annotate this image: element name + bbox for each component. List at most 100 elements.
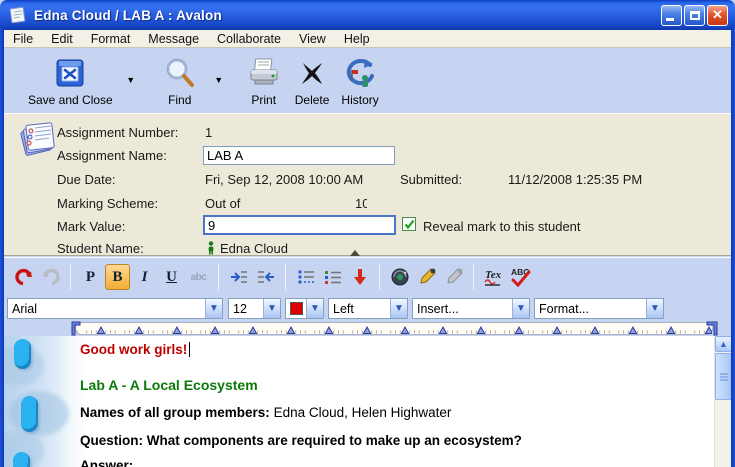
print-label: Print xyxy=(251,93,276,107)
close-icon: ✕ xyxy=(708,7,727,23)
doc-greeting: Good work girls! xyxy=(80,342,190,357)
find-icon xyxy=(163,57,197,89)
delete-label: Delete xyxy=(295,93,330,107)
find-options-dropdown-arrow[interactable]: ▼ xyxy=(213,75,225,85)
left-margin-marker-icon[interactable] xyxy=(70,321,82,336)
indent-button[interactable] xyxy=(226,264,251,290)
vertical-scrollbar[interactable]: ▲ xyxy=(714,336,731,467)
submitted-label: Submitted: xyxy=(400,172,462,187)
font-size-select[interactable]: 12 ▼ xyxy=(228,298,281,319)
doc-members-value: Edna Cloud, Helen Highwater xyxy=(274,405,452,420)
bulleted-list-icon xyxy=(296,268,316,286)
undo-button[interactable] xyxy=(11,264,36,290)
signature-button[interactable]: Tex xyxy=(481,264,506,290)
underline-button[interactable]: U xyxy=(159,264,184,290)
outdent-icon xyxy=(256,268,276,286)
stationery-capsule xyxy=(13,452,30,467)
chevron-down-icon: ▼ xyxy=(512,299,529,318)
find-button[interactable]: Find xyxy=(163,55,197,107)
fixed-width-button[interactable]: abc xyxy=(186,264,211,290)
toolbar-separator xyxy=(218,264,219,290)
numbered-list-icon xyxy=(323,268,343,286)
redo-button[interactable] xyxy=(38,264,63,290)
font-size-value: 12 xyxy=(229,302,263,316)
font-family-value: Arial xyxy=(8,302,205,316)
text-caret xyxy=(189,342,190,357)
menu-file[interactable]: File xyxy=(4,32,42,46)
delete-icon xyxy=(297,58,327,88)
close-button[interactable]: ✕ xyxy=(707,5,728,26)
history-button[interactable]: History xyxy=(341,55,378,107)
window-border-right xyxy=(731,28,735,467)
ruler[interactable] xyxy=(75,322,713,335)
toolbar-separator xyxy=(473,264,474,290)
student-person-icon xyxy=(206,241,216,255)
get-color-button[interactable] xyxy=(414,264,439,290)
red-down-arrow-icon xyxy=(352,267,368,287)
history-icon xyxy=(343,57,377,89)
student-name-value[interactable]: Edna Cloud xyxy=(220,241,288,256)
doc-question: Question: What components are required t… xyxy=(80,433,522,448)
thumb-grip xyxy=(720,373,728,375)
delete-button[interactable]: Delete xyxy=(295,55,330,107)
align-select[interactable]: Left ▼ xyxy=(328,298,408,319)
scroll-up-button[interactable]: ▲ xyxy=(715,336,731,352)
insert-select[interactable]: Insert... ▼ xyxy=(412,298,530,319)
menu-format[interactable]: Format xyxy=(82,32,140,46)
menu-view[interactable]: View xyxy=(290,32,335,46)
chevron-down-icon: ▼ xyxy=(646,299,663,318)
marking-scheme-value: Out of xyxy=(205,196,240,211)
bulleted-list-button[interactable] xyxy=(293,264,318,290)
assignment-number-label: Assignment Number: xyxy=(57,125,178,140)
numbered-list-button[interactable] xyxy=(320,264,345,290)
maximize-button[interactable] xyxy=(684,5,705,26)
reveal-mark-checkbox[interactable] xyxy=(402,217,416,231)
font-family-select[interactable]: Arial ▼ xyxy=(7,298,223,319)
print-icon xyxy=(247,57,281,89)
assignment-number-value: 1 xyxy=(205,125,212,140)
window-title: Edna Cloud / LAB A : Avalon xyxy=(34,8,222,23)
insert-rule-button[interactable] xyxy=(347,264,372,290)
plain-style-button[interactable]: P xyxy=(78,264,103,290)
link-button[interactable] xyxy=(387,264,412,290)
menu-help[interactable]: Help xyxy=(335,32,379,46)
bold-button[interactable]: B xyxy=(105,264,130,290)
save-options-dropdown-arrow[interactable]: ▼ xyxy=(125,75,137,85)
assignment-name-input[interactable] xyxy=(203,146,395,165)
chevron-down-icon: ▼ xyxy=(306,299,323,318)
due-date-value: Fri, Sep 12, 2008 10:00 AM xyxy=(205,172,363,187)
format-select[interactable]: Format... ▼ xyxy=(534,298,664,319)
menu-edit[interactable]: Edit xyxy=(42,32,82,46)
save-and-close-button[interactable]: Save and Close xyxy=(28,55,113,107)
main-toolbar: Save and Close ▼ Find ▼ xyxy=(4,49,731,113)
svg-text:Tex: Tex xyxy=(485,269,502,281)
menu-message[interactable]: Message xyxy=(139,32,208,46)
outdent-button[interactable] xyxy=(253,264,278,290)
minimize-button[interactable] xyxy=(661,5,682,26)
chevron-down-icon: ▼ xyxy=(205,299,222,318)
mark-value-input[interactable] xyxy=(203,215,396,235)
ruler-row xyxy=(4,321,731,336)
stationery-capsule xyxy=(14,339,31,369)
right-margin-marker-icon[interactable] xyxy=(706,321,719,336)
scroll-up-icon: ▲ xyxy=(719,339,728,349)
link-globe-icon xyxy=(390,267,410,287)
signature-icon: Tex xyxy=(482,266,506,288)
menu-collaborate[interactable]: Collaborate xyxy=(208,32,290,46)
document-body[interactable]: Good work girls! Lab A - A Local Ecosyst… xyxy=(4,336,731,467)
format-value: Format... xyxy=(535,302,646,316)
text-color-select[interactable]: ▼ xyxy=(285,298,324,319)
doc-answer-label: Answer: xyxy=(80,458,133,467)
insert-value: Insert... xyxy=(413,302,512,316)
print-button[interactable]: Print xyxy=(247,55,281,107)
reveal-mark-label: Reveal mark to this student xyxy=(423,219,581,234)
spell-check-button[interactable]: ABC xyxy=(508,264,533,290)
due-date-label: Due Date: xyxy=(57,172,116,187)
marking-scheme-label: Marking Scheme: xyxy=(57,196,158,211)
italic-button[interactable]: I xyxy=(132,264,157,290)
eyedropper-disabled-icon xyxy=(444,267,464,287)
assignment-name-label: Assignment Name: xyxy=(57,148,167,163)
apply-color-button[interactable] xyxy=(441,264,466,290)
scroll-thumb[interactable] xyxy=(715,353,731,400)
collapse-pane-handle[interactable] xyxy=(350,250,360,256)
